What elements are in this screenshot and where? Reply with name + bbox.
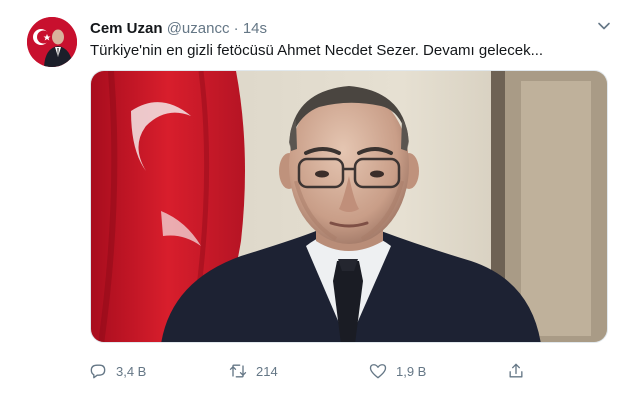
tweet-card[interactable]: Cem Uzan @uzancc · 14s Türkiye'nin en gi… <box>0 0 640 401</box>
retweet-count: 214 <box>256 363 278 379</box>
share-button[interactable] <box>506 360 534 382</box>
like-count: 1,9 B <box>396 363 427 379</box>
reply-icon <box>90 364 106 379</box>
tweet-text: Türkiye'nin en gizli fetöcüsü Ahmet Necd… <box>90 42 544 59</box>
separator-dot: · <box>233 20 239 37</box>
tweet-media[interactable] <box>90 70 608 343</box>
tweet-actions: 3,4 B 214 1,9 B <box>0 360 640 382</box>
share-icon <box>509 363 523 378</box>
timestamp[interactable]: 14s <box>243 20 267 37</box>
like-button[interactable]: 1,9 B <box>368 360 426 382</box>
tweet-header: Cem Uzan @uzancc · 14s <box>90 20 267 38</box>
photo-man-flag-icon <box>91 71 607 342</box>
chevron-down-icon[interactable] <box>596 18 612 34</box>
heart-icon <box>369 364 387 379</box>
user-handle[interactable]: @uzancc <box>167 20 230 37</box>
retweet-icon <box>229 364 247 378</box>
reply-count: 3,4 B <box>116 363 147 379</box>
avatar[interactable] <box>27 17 77 67</box>
retweet-button[interactable]: 214 <box>228 360 278 382</box>
reply-button[interactable]: 3,4 B <box>88 360 146 382</box>
avatar-photo-icon <box>27 17 77 67</box>
display-name[interactable]: Cem Uzan <box>90 20 163 37</box>
